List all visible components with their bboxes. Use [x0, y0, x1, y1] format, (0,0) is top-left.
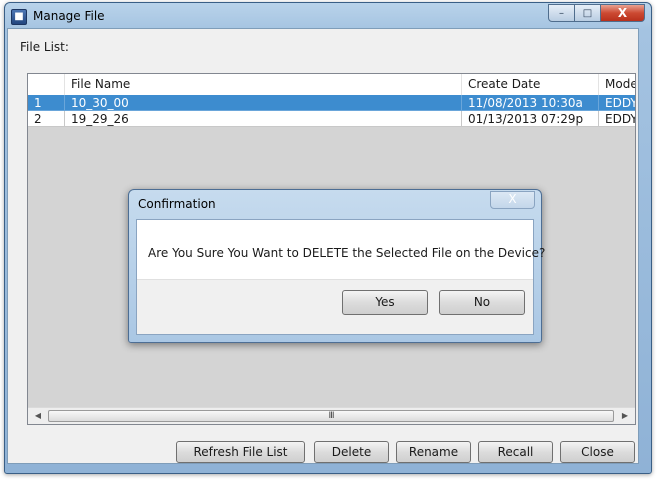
dialog-footer: Yes No	[137, 279, 533, 334]
confirmation-dialog: Confirmation X Are You Sure You Want to …	[128, 189, 545, 343]
dialog-title: Confirmation	[138, 197, 216, 211]
column-header-create-date[interactable]: Create Date	[462, 74, 599, 95]
row-index: 2	[28, 111, 65, 127]
no-button[interactable]: No	[439, 290, 525, 315]
close-window-button[interactable]: X	[601, 4, 645, 22]
scrollbar-thumb[interactable]: III	[48, 410, 614, 422]
column-header-file-name[interactable]: File Name	[65, 74, 462, 95]
recall-button[interactable]: Recall	[478, 441, 553, 463]
grid-header: File Name Create Date Mode	[28, 74, 635, 95]
title-bar[interactable]: ■ Manage File – □ X	[5, 3, 651, 31]
close-icon: X	[508, 192, 517, 206]
minimize-icon: –	[559, 7, 564, 19]
window-title: Manage File	[33, 9, 105, 23]
row-create-date: 01/13/2013 07:29p	[462, 111, 599, 127]
refresh-file-list-button[interactable]: Refresh File List	[176, 441, 305, 463]
table-row[interactable]: 1 10_30_00 11/08/2013 10:30a EDDY	[28, 95, 635, 111]
scroll-right-icon[interactable]: ▶	[617, 409, 633, 423]
rename-button[interactable]: Rename	[396, 441, 471, 463]
yes-button[interactable]: Yes	[342, 290, 428, 315]
column-header-index[interactable]	[28, 74, 65, 95]
row-file-name: 10_30_00	[65, 95, 462, 111]
dialog-body: Are You Sure You Want to DELETE the Sele…	[136, 219, 545, 335]
maximize-icon: □	[582, 7, 593, 19]
maximize-button[interactable]: □	[575, 4, 601, 22]
row-file-name: 19_29_26	[65, 111, 462, 127]
close-icon: X	[617, 6, 628, 20]
dialog-message: Are You Sure You Want to DELETE the Sele…	[148, 246, 546, 260]
row-create-date: 11/08/2013 10:30a	[462, 95, 599, 111]
caption-buttons: – □ X	[548, 4, 645, 22]
delete-button[interactable]: Delete	[314, 441, 389, 463]
column-header-mode[interactable]: Mode	[599, 74, 635, 95]
table-row[interactable]: 2 19_29_26 01/13/2013 07:29p EDDY	[28, 111, 635, 127]
row-index: 1	[28, 95, 65, 111]
row-mode: EDDY	[599, 95, 635, 111]
dialog-close-button[interactable]: X	[490, 191, 535, 209]
row-mode: EDDY	[599, 111, 635, 127]
scroll-left-icon[interactable]: ◀	[30, 409, 46, 423]
minimize-button[interactable]: –	[548, 4, 575, 22]
close-button[interactable]: Close	[560, 441, 635, 463]
app-icon: ■	[11, 9, 27, 25]
file-list-label: File List:	[20, 40, 69, 54]
horizontal-scrollbar[interactable]: ◀ III ▶	[28, 407, 635, 424]
